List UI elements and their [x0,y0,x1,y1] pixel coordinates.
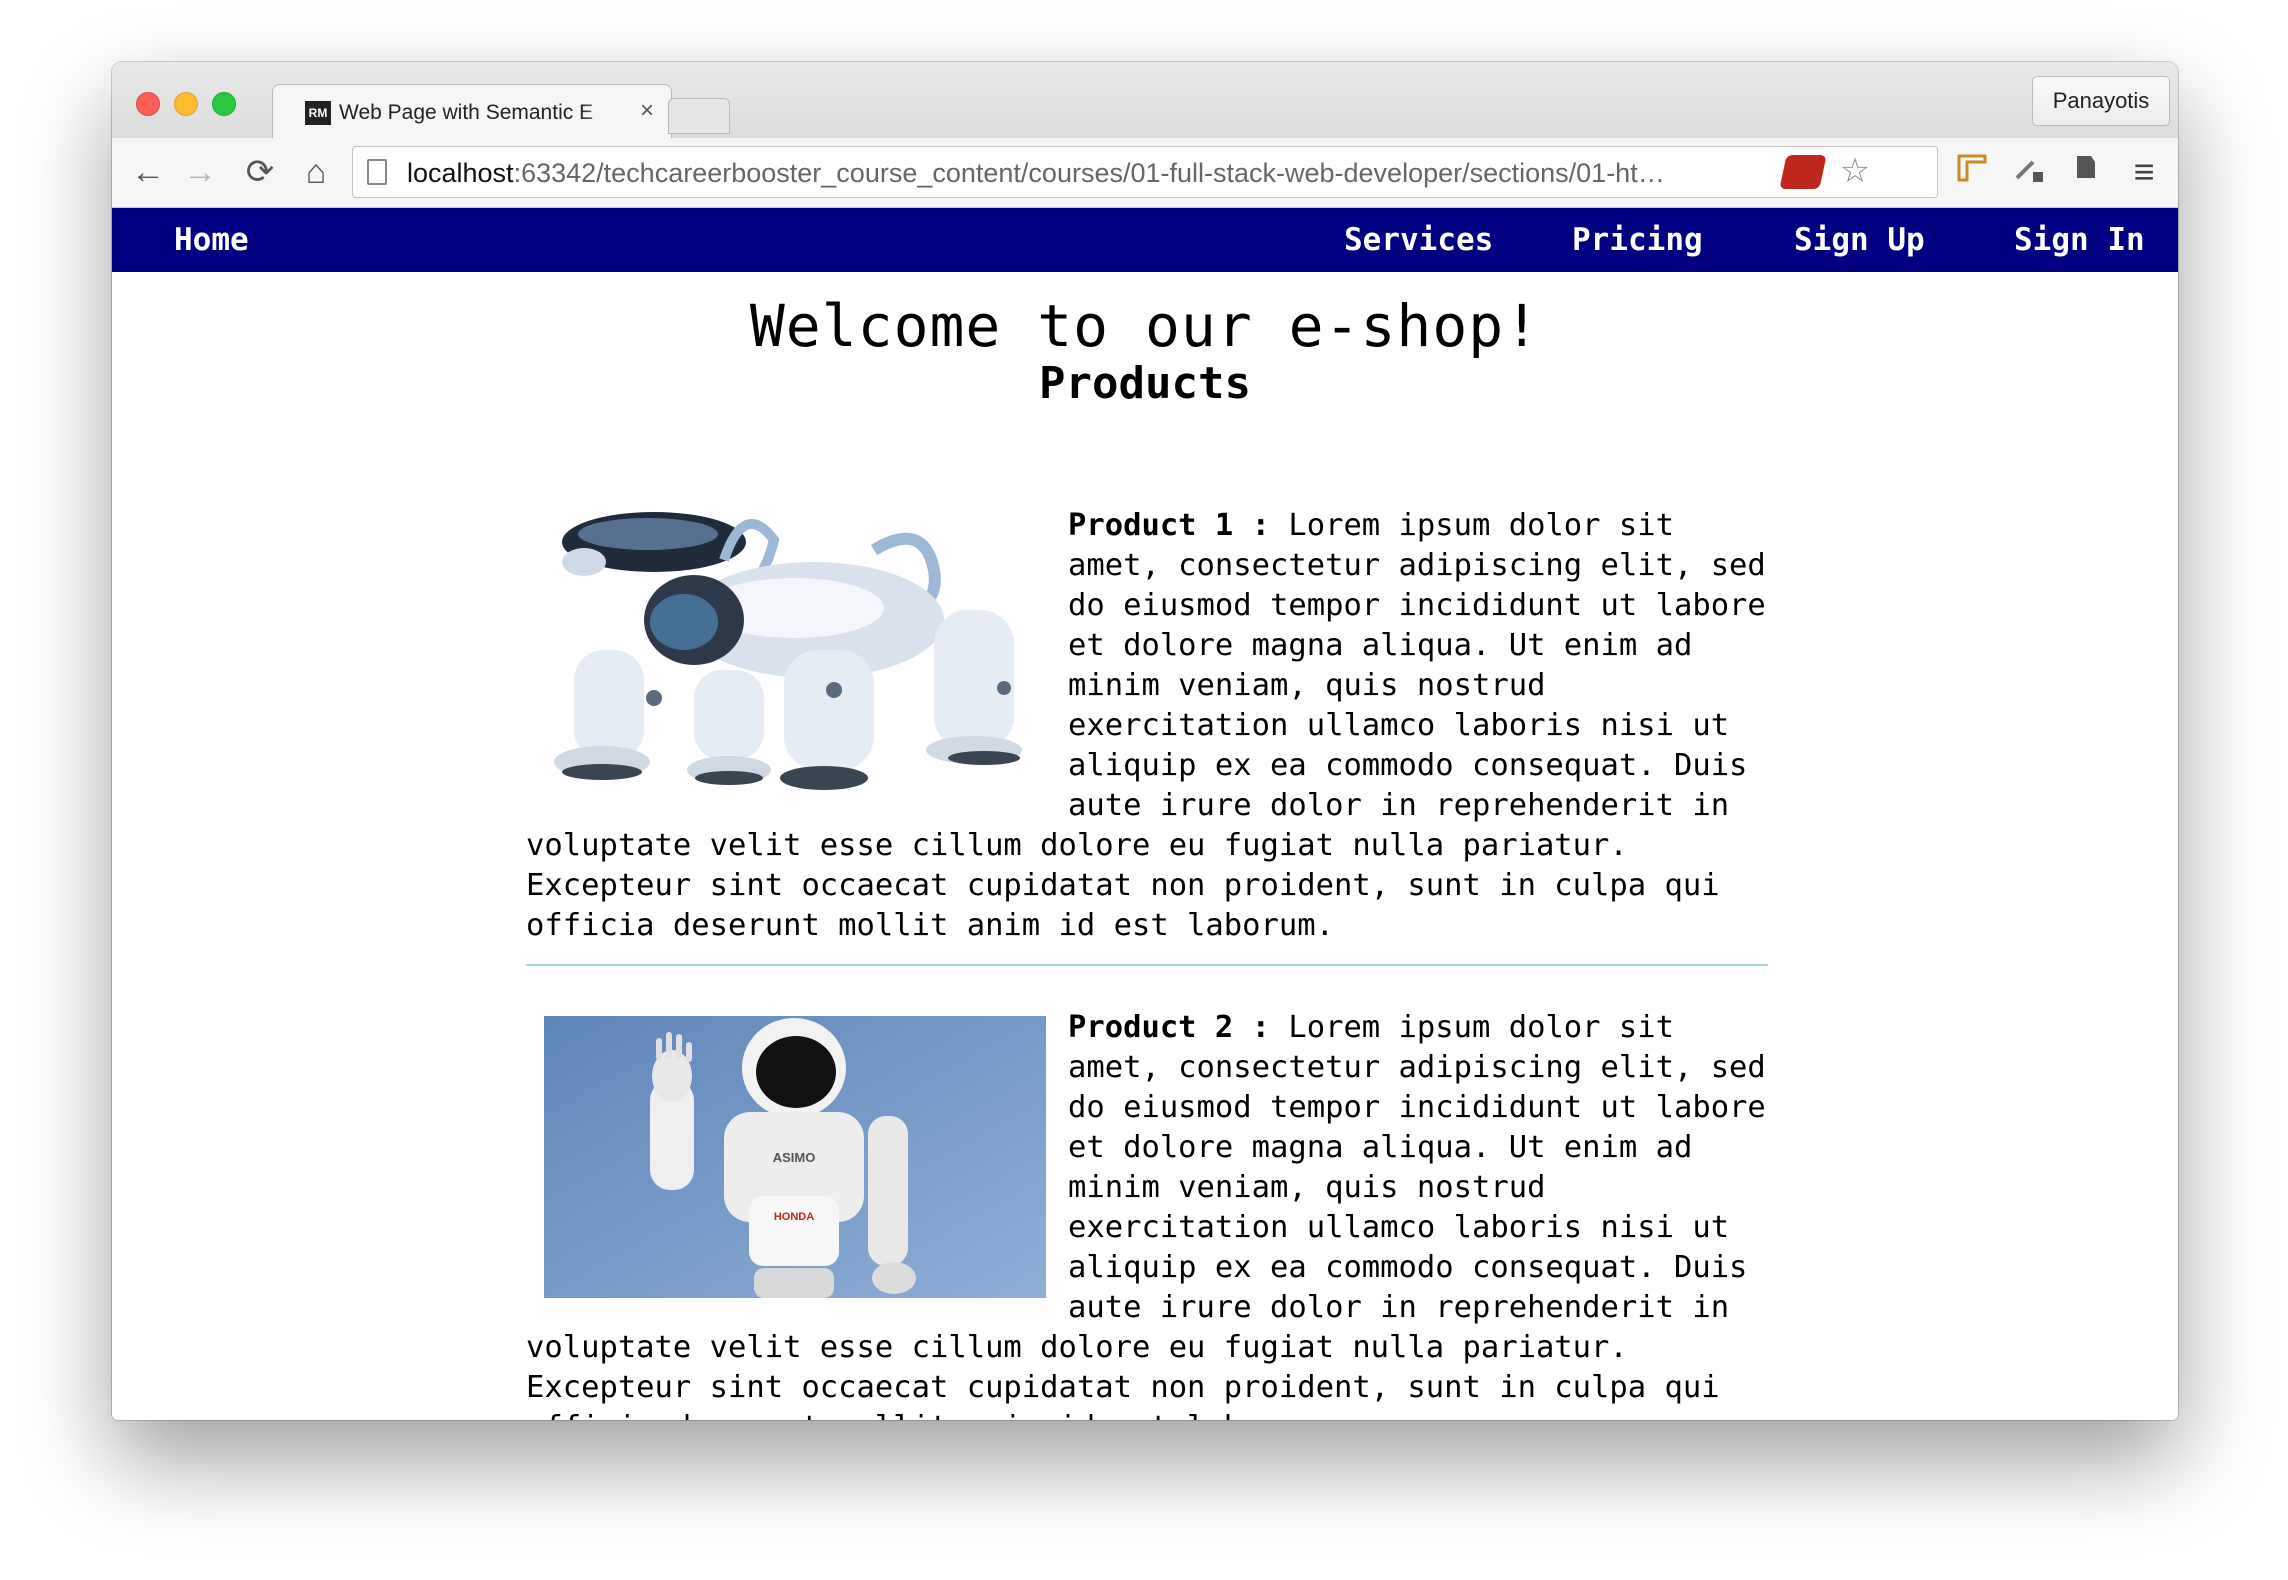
asimo-label: ASIMO [773,1150,816,1165]
products-heading: Products [1039,358,1251,409]
window-maximize-button[interactable] [212,92,236,116]
url-host: localhost [407,158,514,188]
page-icon [367,159,387,185]
forward-arrow-icon[interactable]: → [178,150,222,194]
extension-ruler-icon[interactable] [1950,150,1994,194]
product-divider [526,964,1768,966]
robot-dog-image [544,500,1046,800]
tab-favicon-icon: RM [305,101,331,125]
browser-window: RM Web Page with Semantic E × Panayotis … [112,62,2178,1420]
navbar: Home Services Pricing Sign Up Sign In [112,208,2178,272]
honda-label: HONDA [774,1211,814,1223]
product-name: Product 2 : [1068,1010,1289,1045]
browser-toolbar: ← → ⟳ ⌂ localhost:63342/techcareerbooste… [112,138,2178,208]
tab-close-icon[interactable]: × [633,97,661,125]
url-text[interactable]: localhost:63342/techcareerbooster_course… [407,157,1777,189]
humanoid-robot-image: ASIMO HONDA [544,1016,1046,1298]
page-title: Welcome to our e-shop! [749,292,1541,360]
nav-sign-up-link[interactable]: Sign Up [1794,220,1925,260]
tab-title: Web Page with Semantic E [339,101,594,124]
product-card: ASIMO HONDA Product 2 : Lorem ipsum dolo… [526,1008,1768,1420]
profile-button[interactable]: Panayotis [2032,76,2170,126]
tab-strip: RM Web Page with Semantic E × Panayotis [112,62,2178,140]
window-minimize-button[interactable] [174,92,198,116]
reload-icon[interactable]: ⟳ [238,150,282,194]
bookmark-star-icon[interactable]: ☆ [1835,151,1875,191]
browser-tab[interactable]: RM Web Page with Semantic E × [272,84,672,140]
nav-home-link[interactable]: Home [174,220,249,260]
nav-services-link[interactable]: Services [1344,220,1493,260]
back-arrow-icon[interactable]: ← [126,150,170,194]
menu-icon[interactable]: ≡ [2122,150,2166,194]
page-content: Home Services Pricing Sign Up Sign In We… [112,208,2178,1420]
window-close-button[interactable] [136,92,160,116]
nav-sign-in-link[interactable]: Sign In [2014,220,2145,260]
home-icon[interactable]: ⌂ [294,150,338,194]
product-name: Product 1 : [1068,508,1289,543]
address-bar[interactable]: localhost:63342/techcareerbooster_course… [352,146,1938,198]
new-tab-button[interactable] [668,98,730,134]
extension-eyedropper-icon[interactable] [2006,150,2050,194]
ruby-extension-icon[interactable] [1779,155,1827,189]
extension-evernote-icon[interactable] [2062,150,2106,194]
url-path: :63342/techcareerbooster_course_content/… [513,158,1665,188]
product-card: Product 1 : Lorem ipsum dolor sit amet, … [526,500,1768,946]
nav-pricing-link[interactable]: Pricing [1572,220,1703,260]
